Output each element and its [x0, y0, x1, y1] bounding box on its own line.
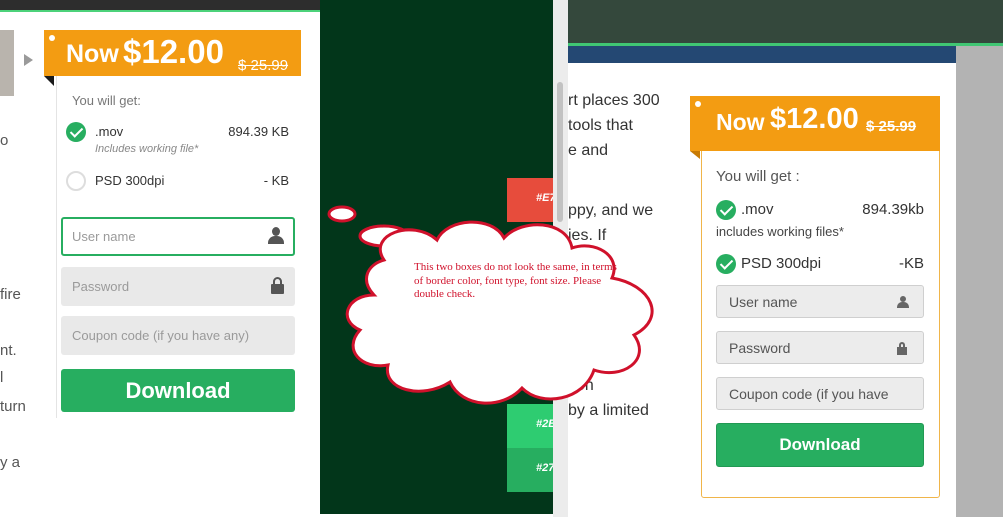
- old-price: $ 25.99: [238, 57, 289, 74]
- right-top-bar: [568, 0, 1003, 43]
- item-psd-label: PSD 300dpi: [95, 173, 165, 188]
- lock-icon: [271, 277, 284, 294]
- item-mov-note: Includes working file*: [95, 143, 199, 155]
- password-placeholder: Password: [729, 340, 791, 356]
- coupon-placeholder: Coupon code (if you have any): [72, 328, 250, 343]
- now-label: Now: [66, 40, 119, 68]
- coupon-placeholder: Coupon code (if you have: [729, 386, 889, 402]
- play-arrow-icon[interactable]: [24, 54, 33, 66]
- coupon-field[interactable]: Coupon code (if you have any): [61, 316, 295, 355]
- current-price: $12.00: [770, 103, 859, 135]
- current-price: $12.00: [123, 33, 224, 70]
- left-screenshot: o fire nt. l turn y a Now $12.00 $ 25.99…: [0, 0, 320, 517]
- username-field[interactable]: User name: [61, 217, 295, 256]
- left-top-bar: [0, 0, 320, 10]
- user-icon: [267, 227, 285, 245]
- now-label: Now: [716, 109, 765, 135]
- password-field[interactable]: Password: [61, 267, 295, 306]
- password-field[interactable]: Password: [716, 331, 924, 364]
- username-placeholder: User name: [729, 294, 798, 310]
- left-top-accent-line: [0, 10, 320, 12]
- background-text-line: o: [0, 132, 9, 149]
- banner-dot: [49, 35, 55, 41]
- username-placeholder: User name: [72, 229, 136, 244]
- annotation-text: This two boxes do not look the same, in …: [414, 261, 617, 300]
- password-placeholder: Password: [72, 279, 130, 294]
- price-banner: Now $12.00 $ 25.99: [690, 96, 940, 159]
- background-text-line: nt.: [0, 342, 17, 359]
- check-circle-icon[interactable]: [716, 254, 736, 274]
- download-button[interactable]: Download: [61, 369, 295, 412]
- item-psd-size: -KB: [898, 255, 924, 272]
- old-price: $ 25.99: [866, 118, 917, 135]
- download-button[interactable]: Download: [716, 423, 924, 467]
- background-text-line: y a: [0, 454, 21, 471]
- right-gray-margin: [956, 46, 1003, 517]
- you-will-get-heading: You will get :: [716, 168, 800, 185]
- price-banner: Now $12.00 $ 25.99: [44, 30, 301, 86]
- empty-radio-icon[interactable]: [66, 171, 86, 191]
- background-text-line: tools that: [568, 117, 633, 134]
- banner-fold: [690, 151, 700, 159]
- hero-image-strip: [568, 46, 956, 63]
- user-icon: [897, 296, 909, 308]
- color-swatch[interactable]: #27: [507, 448, 553, 492]
- thought-bubble-small-circle: [327, 205, 357, 223]
- lock-icon: [897, 342, 907, 355]
- background-text-line: fire: [0, 286, 21, 303]
- item-mov-note: includes working files*: [716, 224, 844, 239]
- background-text-line: e and: [568, 142, 609, 159]
- background-text-line: l: [0, 369, 4, 386]
- item-mov-size: 894.39 KB: [228, 124, 289, 139]
- product-thumbnail: [0, 30, 14, 96]
- banner-fold: [44, 76, 54, 86]
- item-psd-label: PSD 300dpi: [741, 255, 822, 272]
- banner-dot: [695, 101, 701, 107]
- thought-bubble-cloud: [345, 220, 654, 405]
- background-text-line: turn: [0, 398, 26, 415]
- coupon-field[interactable]: Coupon code (if you have: [716, 377, 924, 410]
- background-text-line: rt places 300: [568, 92, 660, 109]
- thought-bubble: [327, 205, 654, 405]
- username-field[interactable]: User name: [716, 285, 924, 318]
- check-circle-icon[interactable]: [716, 200, 736, 220]
- item-mov-label: .mov: [95, 124, 124, 139]
- check-circle-icon[interactable]: [66, 122, 86, 142]
- you-will-get-heading: You will get:: [72, 93, 141, 108]
- item-mov-label: .mov: [741, 201, 774, 218]
- panel-divider: [56, 38, 57, 418]
- item-mov-size: 894.39kb: [862, 201, 924, 218]
- item-psd-size: - KB: [263, 173, 289, 188]
